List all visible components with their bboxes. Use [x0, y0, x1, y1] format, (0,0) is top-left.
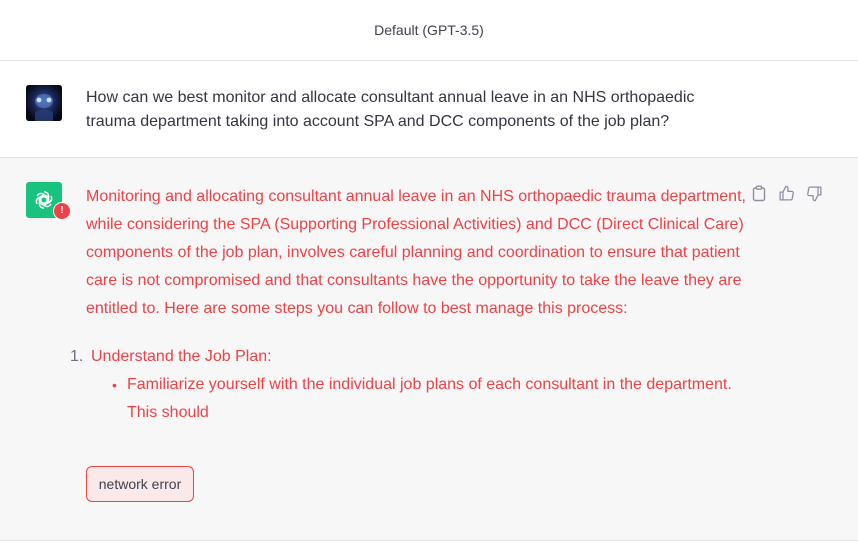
copy-icon [752, 185, 765, 202]
thumbs-down-icon [807, 186, 822, 202]
list-item: 1. Understand the Job Plan: • Familiariz… [70, 343, 746, 427]
network-error-box: network error [86, 466, 194, 502]
sub-list-item-text: Familiarize yourself with the individual… [127, 376, 732, 421]
sub-list-item: • Familiarize yourself with the individu… [91, 371, 746, 427]
openai-logo-icon [35, 191, 53, 209]
user-avatar [26, 85, 62, 121]
assistant-intro: Monitoring and allocating consultant ann… [86, 188, 746, 317]
message-actions [750, 185, 823, 202]
thumbs-up-icon [779, 185, 794, 201]
error-badge: ! [53, 202, 71, 220]
thumbs-down-button[interactable] [806, 185, 823, 202]
assistant-message-text: Monitoring and allocating consultant ann… [70, 183, 746, 427]
copy-button[interactable] [750, 185, 767, 202]
user-avatar-image [26, 85, 62, 121]
list-item-title: Understand the Job Plan: [91, 348, 272, 365]
bullet-icon: • [112, 377, 117, 393]
assistant-message-row: ! Monitoring and allocating consultant a… [0, 158, 858, 541]
chat-page: Default (GPT-3.5) How can we best monito… [0, 0, 858, 543]
model-label: Default (GPT-3.5) [374, 22, 484, 38]
model-header: Default (GPT-3.5) [0, 0, 858, 61]
thumbs-up-button[interactable] [778, 185, 795, 202]
network-error-label: network error [98, 476, 182, 492]
steps-list: 1. Understand the Job Plan: • Familiariz… [70, 343, 746, 427]
user-message-text: How can we best monitor and allocate con… [86, 89, 695, 130]
list-item-number: 1. [70, 348, 84, 365]
user-message-row: How can we best monitor and allocate con… [0, 61, 858, 158]
sub-list: • Familiarize yourself with the individu… [91, 371, 746, 427]
